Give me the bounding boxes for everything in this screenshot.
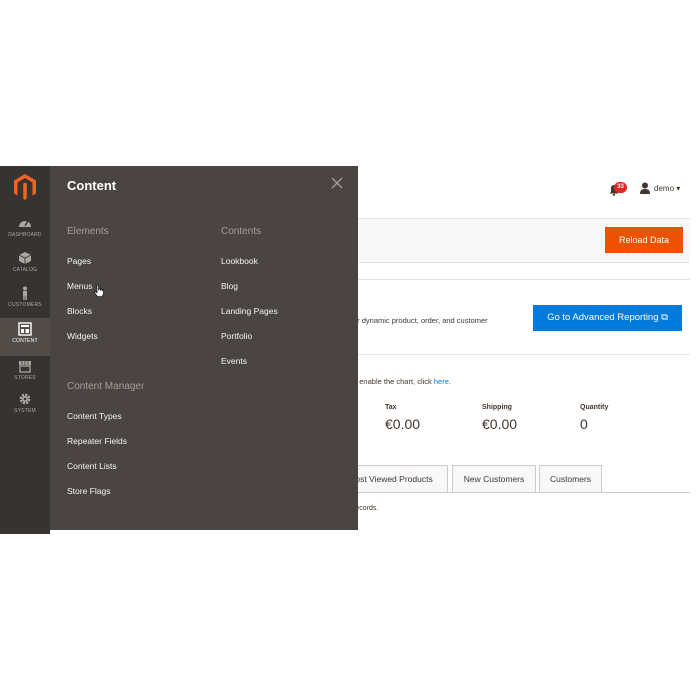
tab-underline	[358, 492, 690, 493]
gear-icon	[19, 393, 31, 405]
sidebar-item-label: CUSTOMERS	[8, 302, 42, 308]
sidebar-item-stores[interactable]: STORES	[0, 359, 50, 395]
section-heading-elements: Elements	[67, 226, 109, 237]
tab-new-customers[interactable]: New Customers	[452, 465, 536, 492]
stat-label-shipping: Shipping	[482, 404, 512, 411]
sidebar-item-system[interactable]: SYSTEM	[0, 392, 50, 428]
speedometer-icon	[19, 221, 31, 227]
storefront-icon	[19, 361, 31, 373]
chart-notice: o enable the chart, click here.	[353, 377, 451, 386]
menu-item-portfolio[interactable]: Portfolio	[221, 331, 252, 341]
menu-item-blocks[interactable]: Blocks	[67, 306, 92, 316]
menu-item-events[interactable]: Events	[221, 356, 247, 366]
menu-item-widgets[interactable]: Widgets	[67, 331, 98, 341]
sidebar-item-label: SYSTEM	[14, 408, 36, 414]
tab-customers[interactable]: Customers	[539, 465, 602, 492]
sidebar-item-label: CATALOG	[12, 267, 38, 273]
menu-item-pages[interactable]: Pages	[67, 256, 91, 266]
close-icon[interactable]	[330, 176, 344, 190]
advanced-reporting-text: ur dynamic product, order, and customer	[353, 316, 488, 325]
menu-item-store-flags[interactable]: Store Flags	[67, 486, 110, 496]
advanced-reporting-label: Go to Advanced Reporting	[547, 312, 659, 323]
advanced-reporting-button[interactable]: Go to Advanced Reporting ⧉	[533, 305, 682, 331]
user-icon[interactable]	[639, 182, 651, 194]
sidebar-item-content[interactable]: CONTENT	[0, 318, 50, 356]
stat-label-tax: Tax	[385, 404, 397, 411]
stat-value-tax: €0.00	[385, 416, 421, 432]
sidebar-item-catalog[interactable]: CATALOG	[0, 251, 50, 287]
stat-value-shipping: €0.00	[482, 416, 518, 432]
menu-item-content-types[interactable]: Content Types	[67, 411, 122, 421]
flyout-title: Content	[67, 178, 117, 193]
person-icon	[23, 286, 27, 300]
section-heading-content-manager: Content Manager	[67, 381, 145, 392]
reload-data-button[interactable]: Reload Data	[605, 227, 683, 253]
menu-item-content-lists[interactable]: Content Lists	[67, 461, 117, 471]
sidebar-item-dashboard[interactable]: DASHBOARD	[0, 216, 50, 252]
divider	[358, 354, 690, 355]
admin-sidebar: DASHBOARD CATALOG CUSTOMERS CONTENT STOR…	[0, 166, 50, 534]
notification-badge[interactable]: 33	[614, 182, 627, 193]
user-name: demo	[654, 184, 675, 193]
chart-enable-link[interactable]: here	[434, 377, 449, 386]
stat-value-quantity: 0	[580, 416, 588, 432]
stat-label-quantity: Quantity	[580, 404, 609, 411]
menu-item-repeater-fields[interactable]: Repeater Fields	[67, 436, 127, 446]
menu-item-blog[interactable]: Blog	[221, 281, 238, 291]
menu-item-landing-pages[interactable]: Landing Pages	[221, 306, 278, 316]
user-menu[interactable]: demo ▾	[654, 184, 680, 193]
magento-logo-icon[interactable]	[14, 174, 36, 200]
section-heading-contents: Contents	[221, 226, 262, 237]
external-link-icon: ⧉	[661, 312, 668, 323]
sidebar-item-label: DASHBOARD	[8, 232, 42, 238]
menu-item-lookbook[interactable]: Lookbook	[221, 256, 258, 266]
menu-item-menus[interactable]: Menus	[67, 281, 93, 291]
sidebar-item-label: STORES	[14, 375, 36, 381]
box-icon	[18, 252, 32, 264]
hand-cursor-icon	[94, 284, 104, 297]
divider	[358, 279, 690, 280]
layout-icon	[18, 322, 32, 336]
content-flyout-menu: Content Elements Pages Menus Blocks Widg…	[50, 166, 358, 530]
sidebar-item-customers[interactable]: CUSTOMERS	[0, 286, 50, 322]
sidebar-item-label: CONTENT	[12, 338, 38, 344]
